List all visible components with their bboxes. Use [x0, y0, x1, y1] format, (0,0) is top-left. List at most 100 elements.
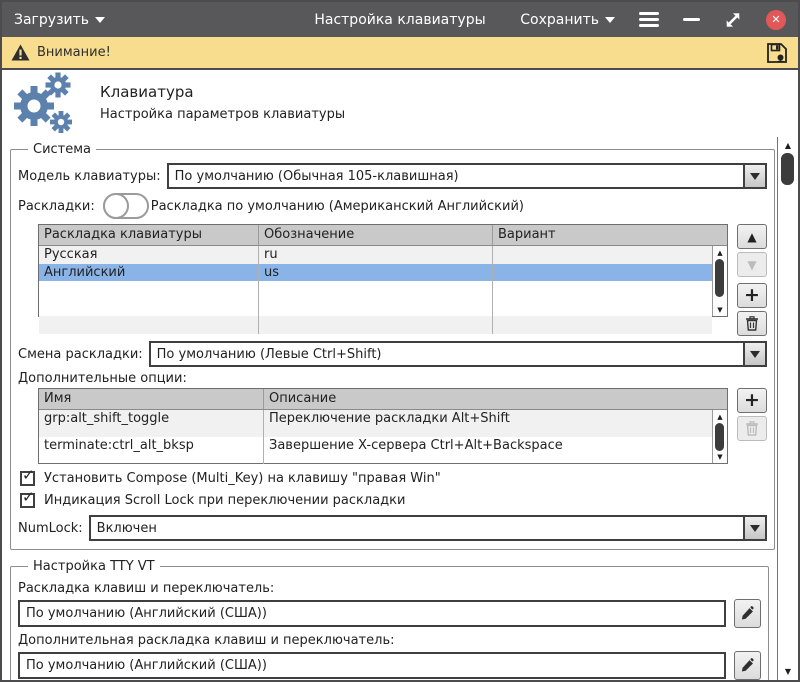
- pencil-icon: [740, 658, 755, 673]
- layout-switch-select[interactable]: По умолчанию (Левые Ctrl+Shift): [149, 341, 767, 367]
- scroll-up-icon[interactable]: ▲: [713, 247, 727, 258]
- maximize-icon[interactable]: [724, 11, 742, 29]
- move-down-button[interactable]: ▼: [737, 252, 767, 277]
- chevron-down-icon[interactable]: [743, 343, 765, 365]
- scroll-down-icon[interactable]: ▼: [778, 665, 798, 678]
- cell-code: us: [259, 264, 493, 282]
- scroll-up-icon[interactable]: ▲: [713, 411, 727, 422]
- cell-layout: Русская: [39, 246, 259, 264]
- checkbox-checked-icon: ✓: [20, 493, 35, 508]
- layouts-table: Раскладка клавиатуры Обозначение Вариант…: [38, 224, 728, 317]
- scrollbar-thumb[interactable]: [715, 259, 724, 297]
- hamburger-menu-icon[interactable]: [639, 12, 659, 27]
- layout-switch-label: Смена раскладки:: [18, 347, 143, 362]
- load-menu-label: Загрузить: [14, 12, 89, 28]
- numlock-value: Включен: [97, 521, 157, 536]
- move-up-button[interactable]: ▲: [737, 224, 767, 249]
- column-header[interactable]: Описание: [264, 389, 727, 409]
- load-menu-button[interactable]: Загрузить: [14, 12, 105, 28]
- table-row-empty[interactable]: [39, 281, 712, 299]
- warning-bar: Внимание!: [2, 37, 798, 70]
- column-header[interactable]: Раскладка клавиатуры: [39, 225, 259, 245]
- chevron-down-icon[interactable]: [743, 517, 765, 539]
- scroll-down-icon[interactable]: ▼: [713, 451, 727, 462]
- table-row-selected[interactable]: Английский us: [39, 264, 712, 282]
- column-header[interactable]: Обозначение: [259, 225, 493, 245]
- close-button[interactable]: ✕: [766, 10, 786, 30]
- options-table-scrollbar[interactable]: ▲ ▼: [712, 410, 727, 463]
- tty-layout-field[interactable]: По умолчанию (Английский (США)): [18, 600, 726, 627]
- scroll-up-icon[interactable]: ▲: [778, 139, 798, 152]
- layout-switch-value: По умолчанию (Левые Ctrl+Shift): [157, 347, 382, 362]
- scrollbar-thumb[interactable]: [715, 423, 724, 451]
- numlock-select[interactable]: Включен: [89, 515, 767, 541]
- table-row[interactable]: Русская ru: [39, 246, 712, 264]
- app-header: Клавиатура Настройка параметров клавиату…: [2, 70, 798, 135]
- compose-checkbox[interactable]: ✓ Установить Compose (Multi_Key) на клав…: [20, 471, 767, 486]
- compose-checkbox-label: Установить Compose (Multi_Key) на клавиш…: [44, 471, 441, 486]
- system-legend: Система: [28, 142, 96, 157]
- warning-icon: [11, 44, 30, 61]
- table-row[interactable]: grp:alt_shift_toggle Переключение раскла…: [39, 410, 712, 437]
- keyboard-settings-window: Настройка клавиатуры Загрузить Сохранить…: [0, 0, 800, 682]
- trash-icon: [745, 421, 759, 436]
- cell-layout: Английский: [39, 264, 259, 282]
- layouts-table-scrollbar[interactable]: ▲ ▼: [712, 246, 727, 316]
- main-scrollbar[interactable]: ▲ ▼: [777, 137, 798, 680]
- column-header[interactable]: Вариант: [493, 225, 727, 245]
- save-icon[interactable]: [765, 41, 789, 65]
- chevron-down-icon[interactable]: [743, 165, 765, 187]
- scroll-lock-checkbox[interactable]: ✓ Индикация Scroll Lock при переключении…: [20, 493, 767, 508]
- table-row-empty[interactable]: [39, 299, 712, 317]
- scroll-lock-checkbox-label: Индикация Scroll Lock при переключении р…: [44, 493, 405, 508]
- options-table-header: Имя Описание: [39, 389, 727, 410]
- layouts-toggle-text: Раскладка по умолчанию (Американский Анг…: [151, 199, 524, 214]
- tty-extra-layout-label: Дополнительная раскладка клавиш и перекл…: [18, 633, 761, 648]
- trash-icon: [745, 316, 759, 331]
- cell-name: terminate:ctrl_alt_bksp: [39, 437, 264, 464]
- pencil-icon: [740, 606, 755, 621]
- minimize-button[interactable]: [683, 18, 700, 21]
- cell-variant: [493, 264, 712, 282]
- page-title: Клавиатура: [100, 83, 345, 101]
- tty-extra-layout-field[interactable]: По умолчанию (Английский (США)): [18, 652, 726, 679]
- edit-tty-extra-layout-button[interactable]: [734, 651, 761, 680]
- options-table: Имя Описание grp:alt_shift_toggle Перекл…: [38, 388, 728, 464]
- cell-description: Переключение раскладки Alt+Shift: [264, 410, 712, 437]
- keyboard-model-select[interactable]: По умолчанию (Обычная 105-клавишная): [167, 163, 767, 189]
- tty-layout-value: По умолчанию (Английский (США)): [26, 606, 267, 621]
- layouts-label: Раскладки:: [18, 199, 95, 214]
- cell-variant: [493, 246, 712, 264]
- keyboard-model-value: По умолчанию (Обычная 105-клавишная): [175, 169, 459, 184]
- tty-extra-layout-value: По умолчанию (Английский (США)): [26, 658, 267, 673]
- add-layout-button[interactable]: +: [737, 283, 767, 308]
- cell-description: Завершение X-сервера Ctrl+Alt+Backspace: [264, 437, 712, 464]
- delete-layout-button[interactable]: [737, 311, 767, 336]
- chevron-down-icon: [605, 17, 615, 23]
- cell-code: ru: [259, 246, 493, 264]
- titlebar: Настройка клавиатуры Загрузить Сохранить…: [2, 2, 798, 37]
- content-area: Система Модель клавиатуры: По умолчанию …: [2, 137, 798, 680]
- save-menu-button[interactable]: Сохранить: [520, 12, 615, 28]
- scroll-down-icon[interactable]: ▼: [713, 304, 727, 315]
- default-layout-toggle[interactable]: [103, 193, 149, 219]
- tty-layout-label: Раскладка клавиш и переключатель:: [18, 581, 761, 596]
- tty-section: Настройка TTY VT Раскладка клавиш и пере…: [10, 559, 769, 682]
- extra-options-label: Дополнительные опции:: [18, 371, 187, 386]
- save-menu-label: Сохранить: [520, 12, 599, 28]
- scrollbar-thumb[interactable]: [781, 153, 794, 185]
- numlock-label: NumLock:: [18, 521, 83, 536]
- layouts-table-header: Раскладка клавиатуры Обозначение Вариант: [39, 225, 727, 246]
- checkbox-checked-icon: ✓: [20, 471, 35, 486]
- edit-tty-layout-button[interactable]: [734, 599, 761, 628]
- column-header[interactable]: Имя: [39, 389, 264, 409]
- tty-legend: Настройка TTY VT: [28, 559, 160, 574]
- table-row[interactable]: terminate:ctrl_alt_bksp Завершение X-сер…: [39, 437, 712, 464]
- system-section: Система Модель клавиатуры: По умолчанию …: [10, 142, 775, 550]
- page-subtitle: Настройка параметров клавиатуры: [100, 107, 345, 122]
- cell-name: grp:alt_shift_toggle: [39, 410, 264, 437]
- keyboard-model-label: Модель клавиатуры:: [18, 169, 161, 184]
- delete-option-button[interactable]: [737, 416, 767, 441]
- table-row-empty[interactable]: [39, 316, 712, 334]
- add-option-button[interactable]: +: [737, 388, 767, 413]
